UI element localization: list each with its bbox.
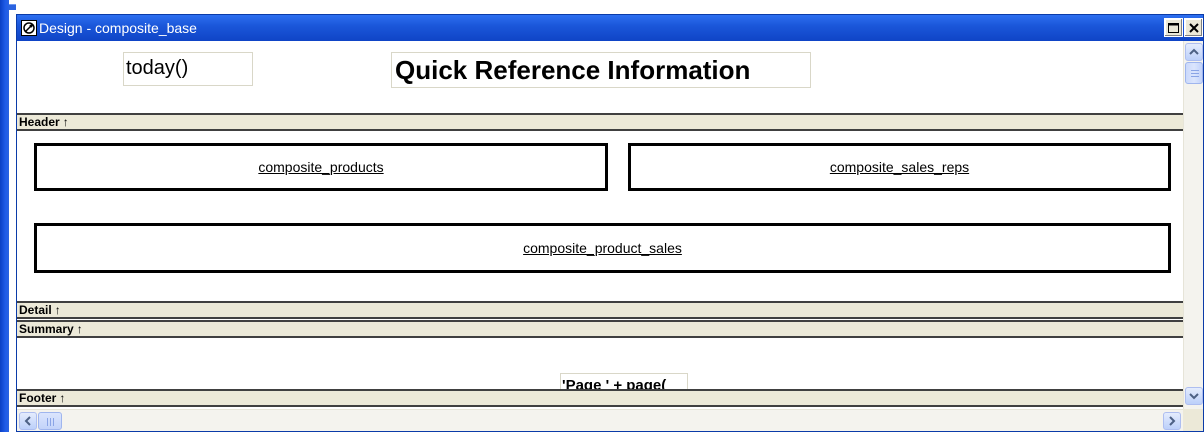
restore-button[interactable]: [1164, 18, 1183, 37]
band-footer-label: Footer: [19, 391, 57, 405]
chevron-down-icon: [1189, 393, 1199, 400]
band-header[interactable]: Header ↑: [17, 113, 1183, 131]
band-detail-label: Detail: [19, 303, 52, 317]
report-composite-products-label: composite_products: [258, 159, 384, 175]
design-window: Design - composite_base today() Quick Re…: [16, 14, 1204, 432]
vertical-scroll-thumb[interactable]: [1185, 62, 1203, 84]
band-summary-label: Summary: [19, 322, 74, 336]
band-resize-marker: ↑: [54, 303, 61, 317]
band-summary[interactable]: Summary ↑: [17, 320, 1183, 338]
parent-window-edge: [0, 0, 9, 432]
report-composite-sales-reps-label: composite_sales_reps: [829, 159, 970, 175]
report-composite-product-sales[interactable]: composite_product_sales: [34, 223, 1171, 273]
parent-window-corner: [9, 4, 16, 10]
band-resize-marker: ↑: [62, 115, 69, 129]
scrollbar-corner: [1183, 409, 1203, 431]
grip-line: [1191, 70, 1199, 71]
band-resize-marker: ↑: [59, 391, 66, 405]
band-header-label: Header: [19, 115, 60, 129]
scroll-left-button[interactable]: [19, 412, 37, 430]
grip-line: [50, 418, 51, 426]
horizontal-scroll-thumb[interactable]: [38, 412, 62, 430]
chevron-up-icon: [1189, 48, 1199, 55]
window-titlebar[interactable]: Design - composite_base: [17, 15, 1203, 41]
datawindow-painter-icon: [21, 20, 37, 36]
scroll-up-button[interactable]: [1185, 43, 1203, 61]
design-canvas[interactable]: today() Quick Reference Information Head…: [17, 41, 1183, 409]
grip-line: [1191, 73, 1199, 74]
chevron-left-icon: [24, 416, 31, 426]
grip-line: [53, 418, 54, 426]
close-icon: [1188, 22, 1199, 33]
band-detail[interactable]: Detail ↑: [17, 301, 1183, 319]
band-resize-marker: ↑: [76, 322, 83, 336]
vertical-scrollbar[interactable]: [1183, 41, 1203, 409]
today-field[interactable]: today(): [123, 52, 253, 86]
grip-line: [47, 418, 48, 426]
scroll-down-button[interactable]: [1185, 387, 1203, 405]
close-button[interactable]: [1184, 18, 1203, 37]
report-composite-sales-reps[interactable]: composite_sales_reps: [628, 143, 1171, 191]
report-title-field[interactable]: Quick Reference Information: [391, 52, 811, 88]
report-composite-product-sales-label: composite_product_sales: [523, 240, 682, 256]
report-composite-products[interactable]: composite_products: [34, 143, 608, 191]
horizontal-scrollbar[interactable]: [17, 409, 1183, 431]
scroll-right-button[interactable]: [1163, 412, 1181, 430]
window-title: Design - composite_base: [39, 20, 197, 36]
restore-icon: [1168, 22, 1179, 33]
grip-line: [1191, 76, 1199, 77]
chevron-right-icon: [1169, 416, 1176, 426]
band-footer[interactable]: Footer ↑: [17, 389, 1183, 407]
